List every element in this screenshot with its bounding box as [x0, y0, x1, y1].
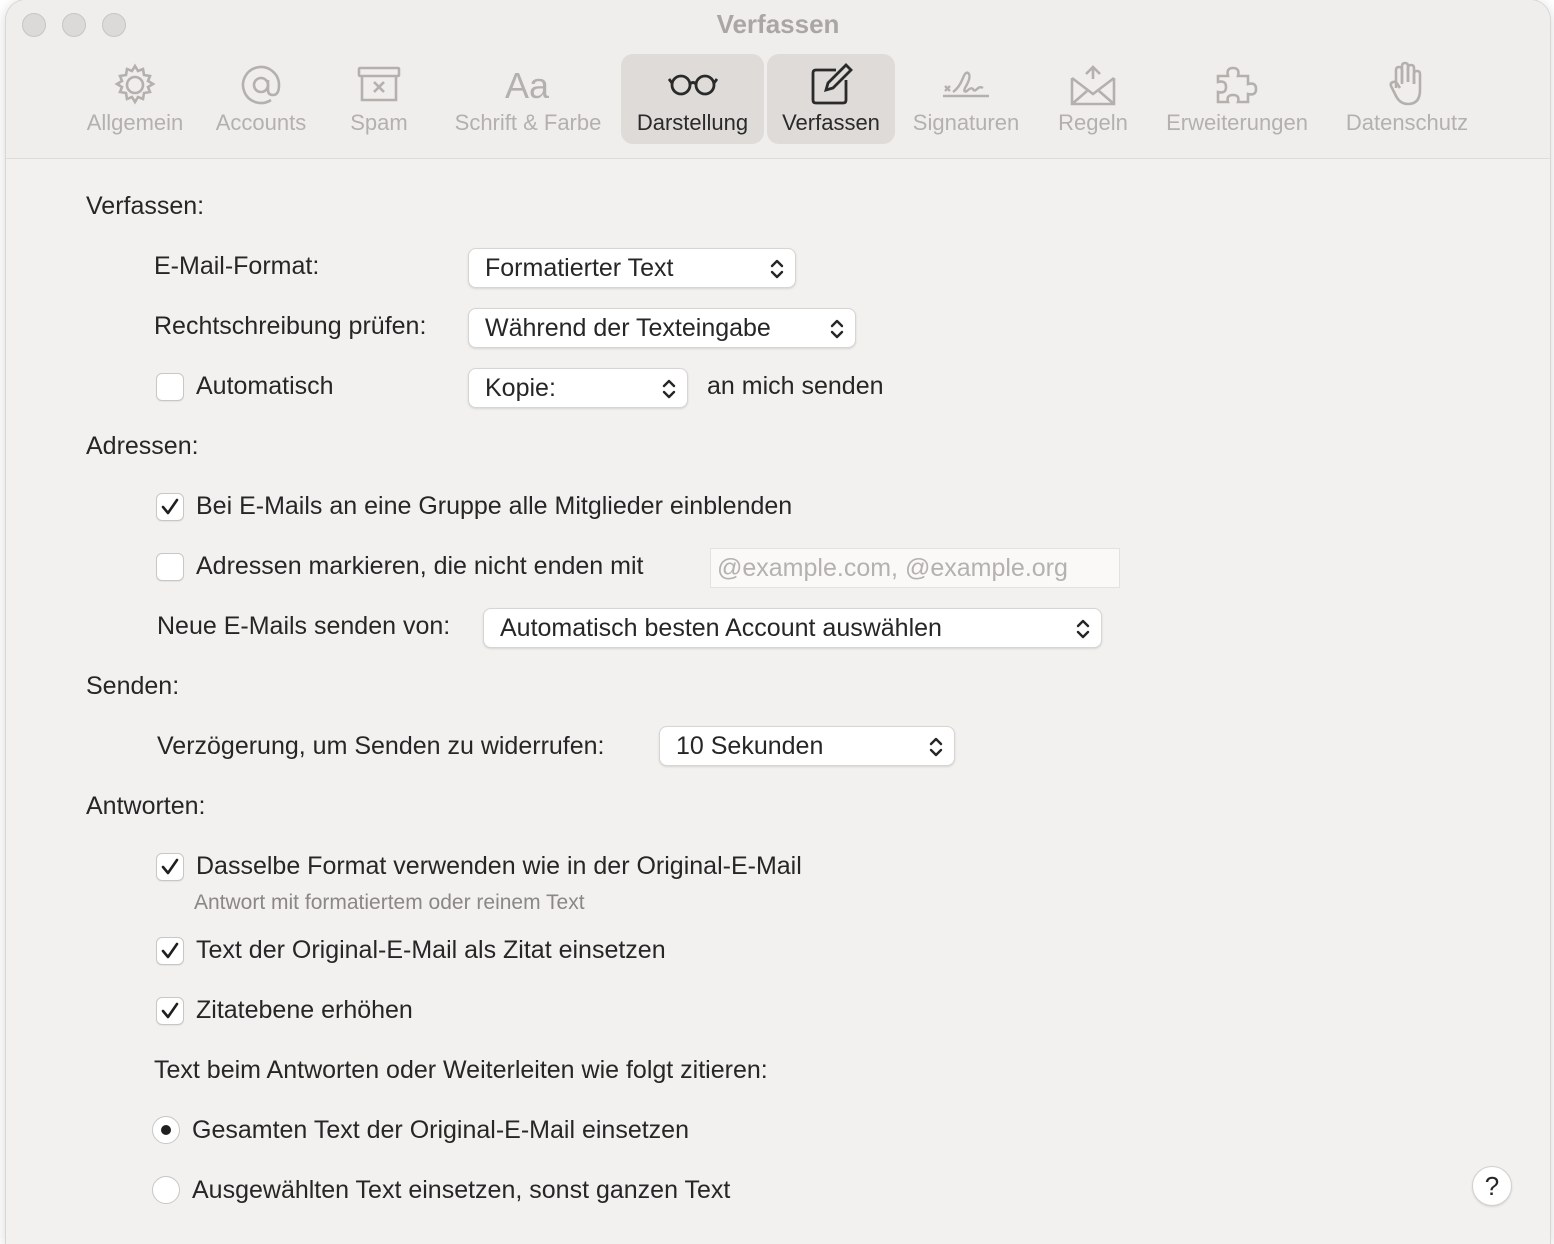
signature-icon: [941, 60, 991, 110]
same-format-hint: Antwort mit formatiertem oder reinem Tex…: [194, 891, 585, 914]
preferences-window: Verfassen Allgemein Accounts Spam Aa Sch…: [6, 0, 1550, 1244]
tab-label: Datenschutz: [1345, 110, 1469, 135]
gear-icon: [110, 60, 160, 110]
copy-type-popup[interactable]: Kopie:: [468, 368, 688, 408]
glasses-icon: [667, 60, 718, 110]
popup-arrows-icon: [928, 735, 944, 759]
same-format-checkbox[interactable]: [156, 853, 184, 881]
tab-erweiterungen[interactable]: Erweiterungen: [1156, 54, 1318, 144]
email-format-value: Formatierter Text: [485, 254, 674, 282]
checkmark-icon: [161, 942, 179, 959]
auto-copy-checkbox[interactable]: [156, 373, 184, 401]
send-from-value: Automatisch besten Account auswählen: [500, 614, 942, 642]
undo-delay-popup[interactable]: 10 Sekunden: [659, 726, 955, 766]
domains-input[interactable]: @example.com, @example.org: [710, 548, 1120, 588]
junk-tray-icon: [354, 60, 404, 110]
email-format-popup[interactable]: Formatierter Text: [468, 248, 796, 288]
auto-copy-label: Automatisch: [196, 372, 334, 400]
tab-label: Accounts: [215, 110, 307, 135]
popup-arrows-icon: [829, 317, 845, 341]
tab-label: Schrift & Farbe: [454, 110, 602, 135]
quote-all-label: Gesamten Text der Original-E-Mail einset…: [192, 1116, 689, 1144]
tab-label: Regeln: [1058, 110, 1128, 135]
tab-spam[interactable]: Spam: [336, 54, 422, 144]
undo-delay-value: 10 Sekunden: [676, 732, 824, 760]
font-aa-icon: Aa: [503, 60, 553, 110]
group-members-label: Bei E-Mails an eine Gruppe alle Mitglied…: [196, 492, 793, 520]
mark-addresses-label: Adressen markieren, die nicht enden mit: [196, 552, 644, 580]
quote-original-label: Text der Original-E-Mail als Zitat einse…: [196, 936, 666, 964]
quote-selected-label: Ausgewählten Text einsetzen, sonst ganze…: [192, 1176, 731, 1204]
checkmark-icon: [161, 498, 179, 515]
tab-label: Darstellung: [636, 110, 749, 135]
copy-type-value: Kopie:: [485, 374, 556, 402]
spelling-value: Während der Texteingabe: [485, 314, 771, 342]
quote-all-radio[interactable]: [152, 1116, 180, 1144]
mark-addresses-checkbox[interactable]: [156, 553, 184, 581]
increase-quote-level-checkbox[interactable]: [156, 997, 184, 1025]
tab-schrift-farbe[interactable]: Aa Schrift & Farbe: [442, 54, 614, 144]
section-heading-compose: Verfassen:: [86, 192, 205, 220]
same-format-label: Dasselbe Format verwenden wie in der Ori…: [196, 852, 802, 880]
section-heading-addresses: Adressen:: [86, 432, 199, 460]
popup-arrows-icon: [1075, 617, 1091, 641]
quote-selected-radio[interactable]: [152, 1176, 180, 1204]
tab-regeln[interactable]: Regeln: [1050, 54, 1136, 144]
section-heading-send: Senden:: [86, 672, 180, 700]
tab-verfassen[interactable]: Verfassen: [767, 54, 895, 144]
send-from-popup[interactable]: Automatisch besten Account auswählen: [483, 608, 1102, 648]
svg-text:Aa: Aa: [505, 65, 550, 106]
tab-allgemein[interactable]: Allgemein: [74, 54, 196, 144]
radio-selected-dot: [161, 1125, 171, 1135]
email-format-label: E-Mail-Format:: [154, 252, 320, 280]
hand-icon: [1382, 60, 1432, 110]
spelling-label: Rechtschreibung prüfen:: [154, 312, 427, 340]
popup-arrows-icon: [661, 377, 677, 401]
increase-quote-level-label: Zitatebene erhöhen: [196, 996, 413, 1024]
group-members-checkbox[interactable]: [156, 493, 184, 521]
toolbar: Verfassen Allgemein Accounts Spam Aa Sch…: [6, 0, 1550, 159]
send-from-label: Neue E-Mails senden von:: [157, 612, 451, 640]
undo-delay-label: Verzögerung, um Senden zu widerrufen:: [157, 732, 605, 760]
tab-label: Signaturen: [912, 110, 1020, 135]
tab-darstellung[interactable]: Darstellung: [621, 54, 764, 144]
spelling-popup[interactable]: Während der Texteingabe: [468, 308, 856, 348]
at-sign-icon: [236, 60, 286, 110]
help-button[interactable]: ?: [1472, 1166, 1512, 1206]
popup-arrows-icon: [769, 257, 785, 281]
tab-label: Verfassen: [782, 110, 880, 135]
window-title: Verfassen: [716, 9, 840, 39]
tab-label: Spam: [350, 110, 408, 135]
copy-suffix-label: an mich senden: [707, 372, 884, 400]
envelope-rules-icon: [1068, 60, 1118, 110]
tab-label: Erweiterungen: [1166, 110, 1308, 135]
section-heading-replies: Antworten:: [86, 792, 206, 820]
tab-accounts[interactable]: Accounts: [204, 54, 318, 144]
tab-label: Allgemein: [86, 110, 184, 135]
tab-signaturen[interactable]: Signaturen: [902, 54, 1030, 144]
compose-pencil-icon: [806, 60, 856, 110]
checkmark-icon: [161, 858, 179, 875]
quote-original-checkbox[interactable]: [156, 937, 184, 965]
quote-mode-heading: Text beim Antworten oder Weiterleiten wi…: [154, 1056, 768, 1084]
puzzle-icon: [1212, 60, 1262, 110]
tab-datenschutz[interactable]: Datenschutz: [1336, 54, 1478, 144]
checkmark-icon: [161, 1002, 179, 1019]
